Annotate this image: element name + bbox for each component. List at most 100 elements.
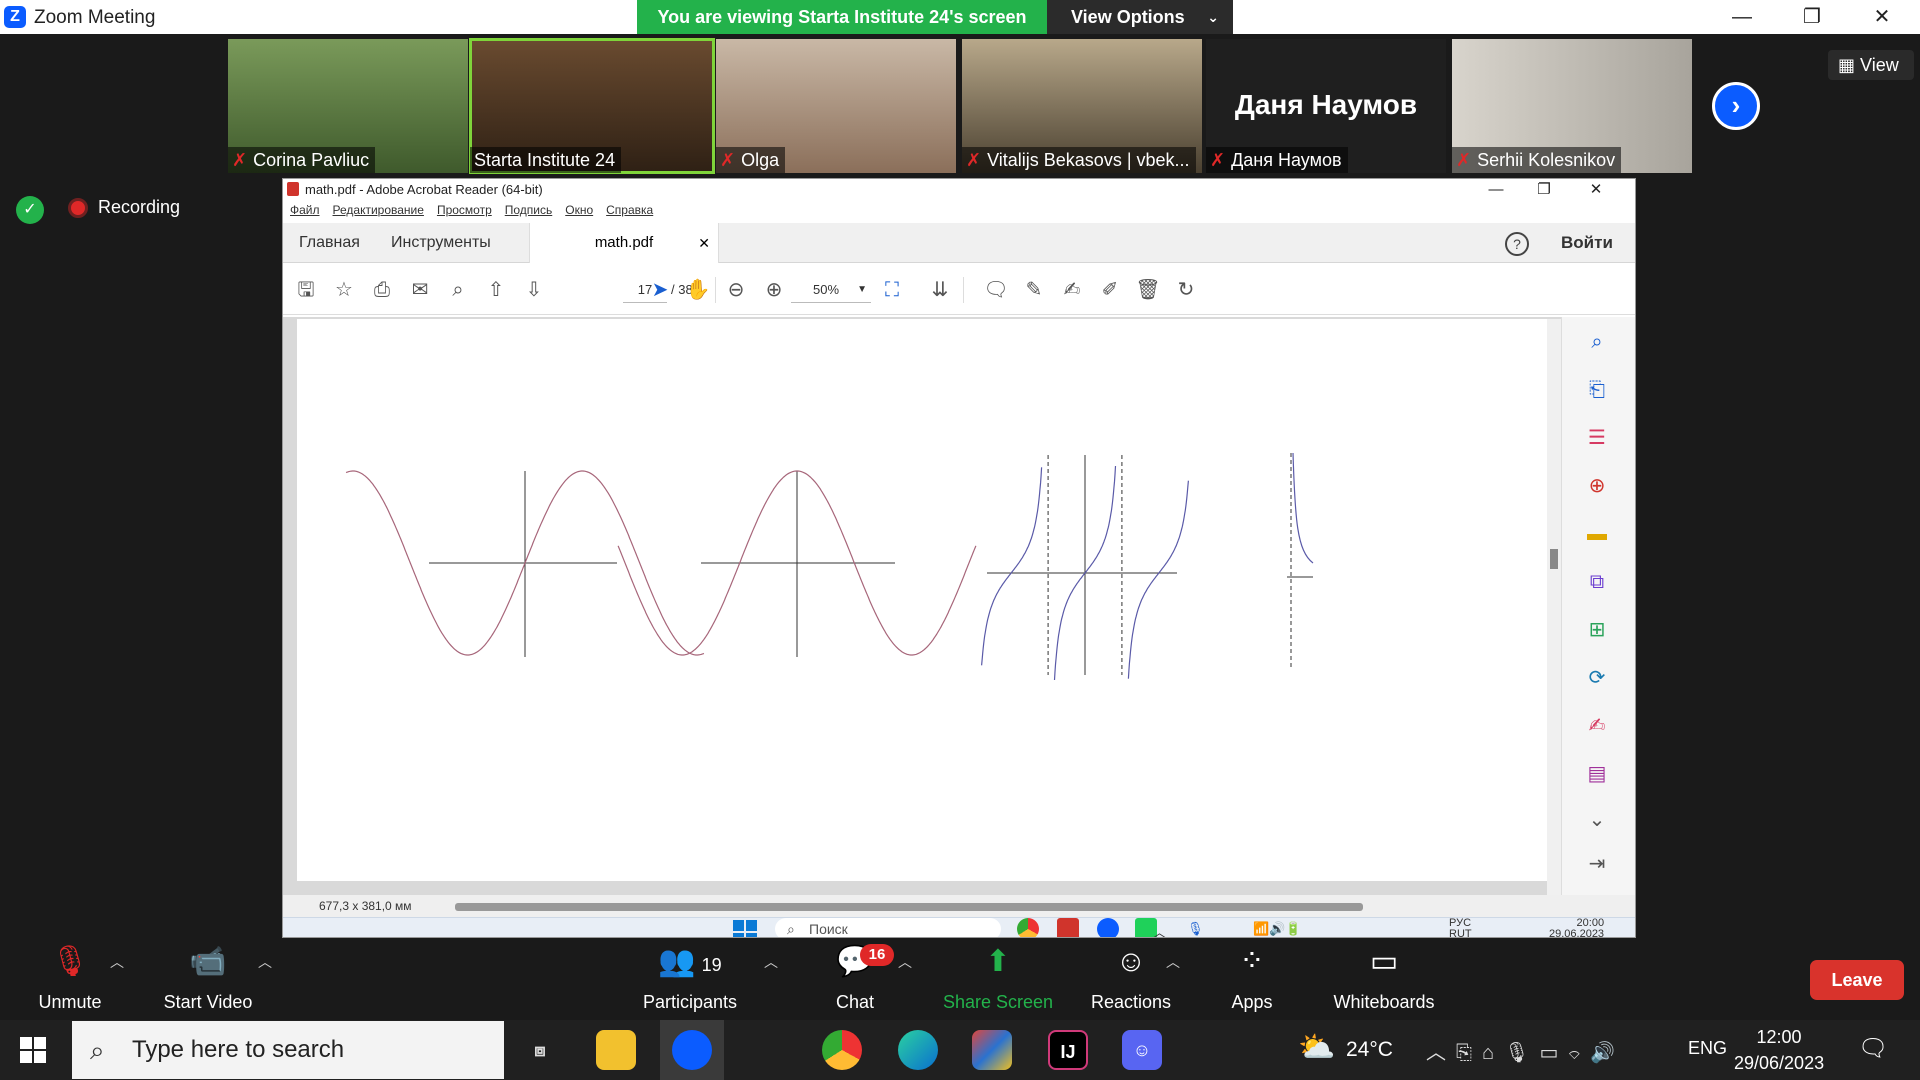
rotate-icon[interactable]: ↻ — [1171, 275, 1201, 305]
zoom-app-icon[interactable] — [1097, 918, 1119, 937]
tray-icons[interactable]: ︿⎘⌂🎙▭⌔🔊 — [1426, 1036, 1625, 1065]
video-tile[interactable]: ✗ Corina Pavliuc — [228, 39, 468, 173]
export-pdf-icon[interactable]: ⎗ — [1582, 375, 1612, 405]
save-icon[interactable]: 🖫 — [291, 275, 321, 305]
participants-button[interactable]: 👥 19 Participants — [636, 940, 744, 1013]
close-tab-icon[interactable]: ✕ — [698, 223, 710, 263]
video-tile[interactable]: ✗ Vitalijs Bekasovs | vbek... — [962, 39, 1202, 173]
video-tile[interactable]: ✗ Olga — [716, 39, 956, 173]
fill-sign-icon[interactable]: ✍ — [1582, 711, 1612, 741]
arrow-select-icon[interactable]: ➤ — [645, 275, 675, 305]
bookmark-star-icon[interactable]: ☆ — [329, 275, 359, 305]
edge-icon[interactable] — [898, 1030, 938, 1070]
zoom-search-icon[interactable]: ⌕ — [1582, 327, 1612, 357]
restore-icon[interactable]: ❐ — [1519, 179, 1569, 201]
menu-window[interactable]: Окно — [565, 203, 593, 217]
notifications-icon[interactable]: 🗨 — [1858, 1034, 1888, 1063]
minimize-icon[interactable]: — — [1712, 0, 1772, 34]
collapse-panel-icon[interactable]: ⇥ — [1582, 849, 1612, 879]
tab-math-pdf[interactable]: math.pdf ✕ — [529, 223, 719, 263]
close-icon[interactable]: ✕ — [1571, 179, 1621, 201]
compare-icon[interactable]: ⊞ — [1582, 615, 1612, 645]
search-icon[interactable]: ⌕ — [443, 275, 473, 305]
remote-language[interactable]: РУС RUT — [1449, 918, 1472, 938]
menu-edit[interactable]: Редактирование — [333, 203, 424, 217]
menu-file[interactable]: Файл — [290, 203, 320, 217]
vertical-scroll-thumb[interactable] — [1550, 549, 1558, 569]
zoom-out-icon[interactable]: ⊖ — [721, 275, 751, 305]
reactions-button[interactable]: ☺ Reactions — [1086, 940, 1176, 1013]
acrobat-icon[interactable] — [1057, 918, 1079, 937]
zoom-in-icon[interactable]: ⊕ — [759, 275, 789, 305]
chat-caret-icon[interactable]: ︿ — [898, 952, 912, 972]
chrome-icon[interactable] — [1017, 918, 1039, 937]
protect-icon[interactable]: ▤ — [1582, 759, 1612, 789]
vertical-scrollbar[interactable] — [1547, 319, 1561, 895]
expand-more-icon[interactable]: ⌄ — [1582, 805, 1612, 835]
chrome-icon[interactable] — [822, 1030, 862, 1070]
help-icon[interactable]: ? — [1505, 232, 1529, 256]
tab-tools[interactable]: Инструменты — [391, 223, 491, 263]
page-fit-icon[interactable]: ⛶ — [877, 275, 907, 305]
next-page-icon[interactable]: ⇩ — [519, 275, 549, 305]
audio-options-caret-icon[interactable]: ︿ — [110, 952, 124, 972]
zoom-level-select[interactable]: 50% ▼ — [791, 277, 871, 303]
view-button[interactable]: ▦ View — [1828, 50, 1914, 80]
video-options-caret-icon[interactable]: ︿ — [258, 952, 272, 972]
participants-caret-icon[interactable]: ︿ — [764, 952, 778, 972]
windows-start-icon[interactable] — [20, 1037, 46, 1063]
video-tile[interactable]: ✗ Serhii Kolesnikov — [1452, 39, 1692, 173]
remote-clock[interactable]: 20:00 29.06.2023 — [1549, 918, 1604, 938]
input-language[interactable]: ENG — [1688, 1038, 1727, 1059]
leave-button[interactable]: Leave — [1810, 960, 1904, 1000]
hand-tool-icon[interactable]: ✋ — [683, 275, 713, 305]
weather-temperature[interactable]: 24°C — [1346, 1038, 1393, 1062]
login-button[interactable]: Войти — [1561, 223, 1613, 263]
discord-icon[interactable]: ☺ — [1122, 1030, 1162, 1070]
whiteboards-button[interactable]: ▭ Whiteboards — [1326, 940, 1442, 1013]
tab-home[interactable]: Главная — [299, 223, 360, 263]
intellij-icon[interactable]: IJ — [1048, 1030, 1088, 1070]
remote-search-box[interactable]: ⌕ Поиск — [775, 918, 1001, 937]
email-icon[interactable]: ✉ — [405, 275, 435, 305]
video-tile[interactable]: Даня Наумов ✗ Даня Наумов — [1206, 39, 1446, 173]
system-clock[interactable]: 12:00 29/06/2023 — [1734, 1024, 1824, 1076]
security-shield-icon[interactable]: ✓ — [16, 196, 44, 224]
send-for-review-icon[interactable]: ⟳ — [1582, 663, 1612, 693]
create-pdf-icon[interactable]: ⊕ — [1582, 471, 1612, 501]
start-video-button[interactable]: 📹 Start Video — [158, 940, 258, 1013]
highlight-pen-icon[interactable]: ✎ — [1019, 275, 1049, 305]
horizontal-scrollbar[interactable] — [455, 903, 1363, 911]
comment-icon[interactable]: 🗨 — [981, 275, 1011, 305]
task-view-icon[interactable]: ⧈ — [520, 1030, 560, 1070]
zoom-taskbar-item[interactable] — [660, 1020, 724, 1080]
sign-icon[interactable]: ✍ — [1057, 275, 1087, 305]
apps-button[interactable]: ⁘ Apps — [1222, 940, 1282, 1013]
comment-panel-icon[interactable]: ▬ — [1582, 519, 1612, 549]
wifi-volume-battery-icon[interactable]: 📶🔊🔋 — [1253, 921, 1302, 937]
menu-sign[interactable]: Подпись — [505, 203, 553, 217]
show-hidden-icons-icon[interactable]: ︿ — [1153, 922, 1166, 937]
edit-text-icon[interactable]: ✐ — [1095, 275, 1125, 305]
video-tile-active[interactable]: Starta Institute 24 — [469, 38, 715, 174]
menu-view[interactable]: Просмотр — [437, 203, 492, 217]
next-page-arrow-icon[interactable]: › — [1712, 82, 1760, 130]
organize-pages-icon[interactable]: ☰ — [1582, 423, 1612, 453]
restore-icon[interactable]: ❐ — [1782, 0, 1842, 34]
view-options-button[interactable]: View Options ⌄ — [1047, 0, 1233, 34]
app-icon[interactable] — [972, 1030, 1012, 1070]
taskbar-search-box[interactable]: ⌕ Type here to search — [72, 1021, 504, 1079]
prev-page-icon[interactable]: ⇧ — [481, 275, 511, 305]
combine-files-icon[interactable]: ⧉ — [1582, 567, 1612, 597]
delete-icon[interactable]: 🗑 — [1133, 275, 1163, 305]
scroll-mode-icon[interactable]: ⇊ — [925, 275, 955, 305]
close-icon[interactable]: ✕ — [1852, 0, 1912, 34]
unmute-button[interactable]: 🎙 Unmute — [28, 940, 112, 1013]
minimize-icon[interactable]: — — [1471, 179, 1521, 201]
file-explorer-icon[interactable] — [596, 1030, 636, 1070]
share-screen-button[interactable]: ⬆ Share Screen — [938, 940, 1058, 1013]
menu-help[interactable]: Справка — [606, 203, 653, 217]
print-icon[interactable]: ⎙ — [367, 275, 397, 305]
reactions-caret-icon[interactable]: ︿ — [1166, 952, 1180, 972]
windows-start-icon[interactable] — [733, 920, 757, 937]
